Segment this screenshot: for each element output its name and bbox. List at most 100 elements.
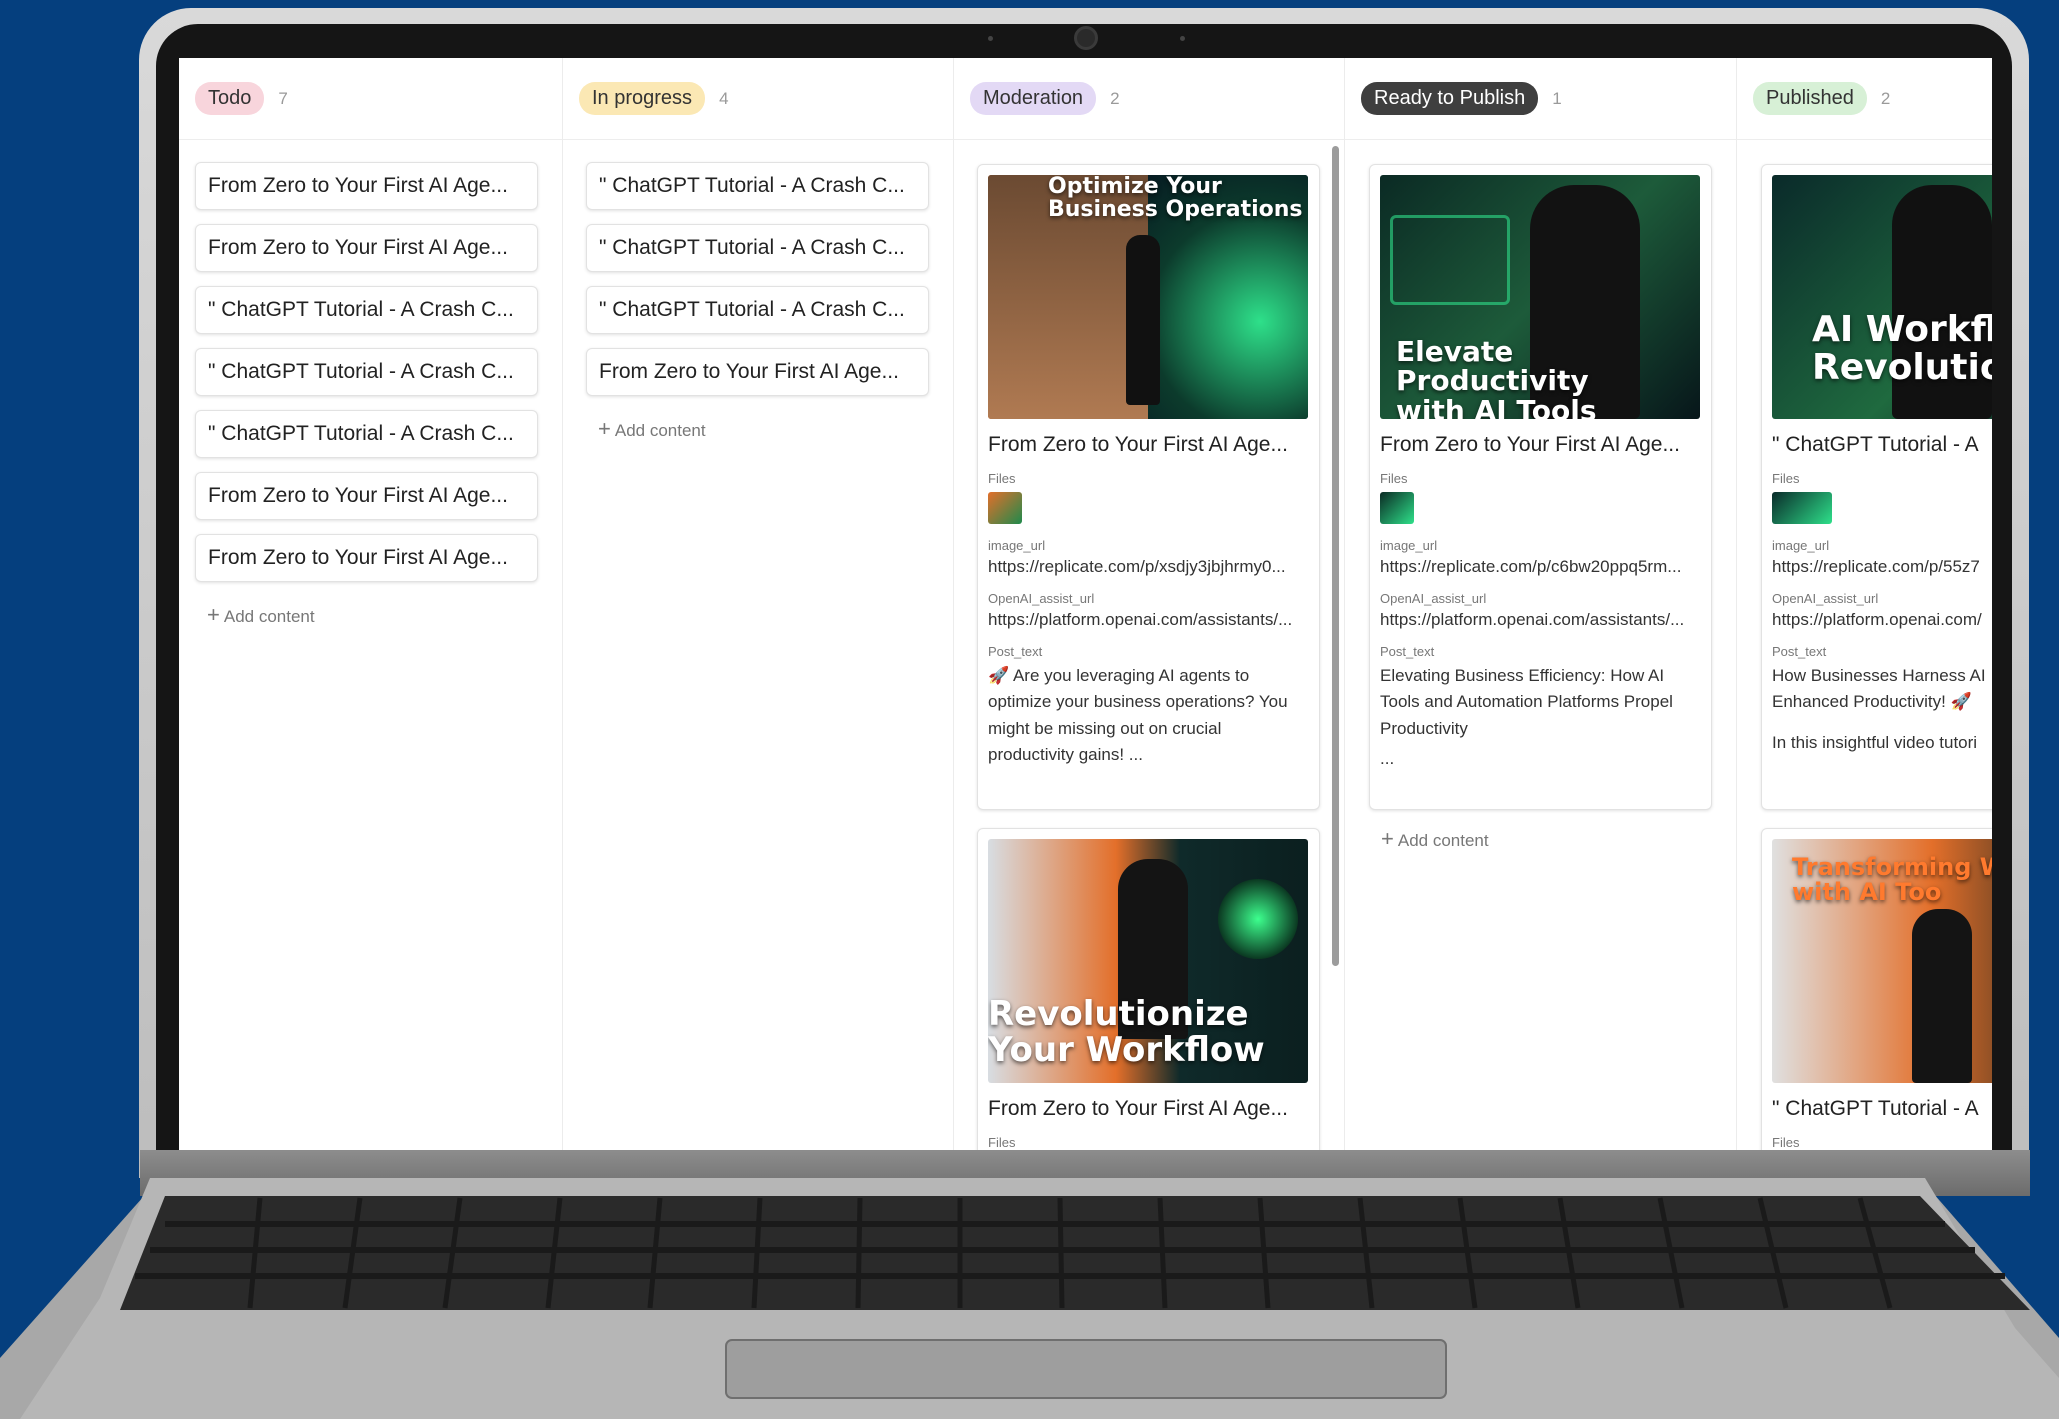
card-title: From Zero to Your First AI Age... — [208, 236, 508, 259]
status-tag-published[interactable]: Published — [1753, 82, 1867, 115]
file-attachment[interactable] — [1772, 492, 1832, 524]
column-moderation: Moderation 2 Optimize Your Business Oper… — [954, 58, 1345, 1150]
files-label: Files — [988, 1135, 1016, 1150]
card-title: " ChatGPT Tutorial - A Crash C... — [599, 298, 905, 321]
card-title: " ChatGPT Tutorial - A Crash C... — [599, 236, 905, 259]
file-attachment[interactable] — [988, 492, 1022, 524]
card-title: " ChatGPT Tutorial - A Crash C... — [208, 360, 514, 383]
card-title: From Zero to Your First AI Age... — [1380, 433, 1680, 456]
sensor-dot — [1180, 36, 1185, 41]
cover-caption: Revolutionize Your Workflow — [988, 994, 1265, 1070]
webcam-icon — [1074, 26, 1098, 50]
post-text-label: Post_text — [1772, 644, 1827, 659]
post-text-more: ... — [1380, 749, 1395, 769]
card[interactable]: From Zero to Your First AI Age... — [195, 224, 538, 272]
add-content-label: Add content — [223, 607, 315, 626]
file-attachment[interactable] — [1380, 492, 1414, 524]
openai-url-label: OpenAI_assist_url — [988, 591, 1095, 606]
add-content-button[interactable]: + Add content — [207, 602, 315, 628]
card-title: From Zero to Your First AI Age... — [208, 546, 508, 569]
openai-url-value[interactable]: https://platform.openai.com/ — [1772, 610, 1992, 630]
card-title: From Zero to Your First AI Age... — [208, 174, 508, 197]
sensor-dot — [988, 36, 993, 41]
card[interactable]: Revolutionize Your Workflow From Zero to… — [977, 828, 1320, 1150]
openai-url-label: OpenAI_assist_url — [1772, 591, 1879, 606]
files-label: Files — [1772, 471, 1800, 486]
column-scrollbar[interactable] — [1332, 146, 1339, 966]
add-content-label: Add content — [614, 421, 706, 440]
post-text-value: Elevating Business Efficiency: How AI To… — [1380, 666, 1673, 738]
add-content-button[interactable]: + Add content — [1381, 826, 1489, 852]
openai-url-value[interactable]: https://platform.openai.com/assistants/.… — [988, 610, 1309, 630]
card-cover-image: Transforming W with AI Too — [1772, 839, 1992, 1083]
column-count: 2 — [1880, 88, 1891, 108]
card-title: " ChatGPT Tutorial - A — [1772, 1097, 1979, 1120]
card[interactable]: " ChatGPT Tutorial - A Crash C... — [195, 286, 538, 334]
post-text-value: 🚀 Are you leveraging AI agents to optimi… — [988, 666, 1288, 765]
card[interactable]: From Zero to Your First AI Age... — [195, 534, 538, 582]
image-url-value[interactable]: https://replicate.com/p/c6bw20ppq5rm... — [1380, 557, 1701, 577]
image-url-value[interactable]: https://replicate.com/p/55z7 — [1772, 557, 1992, 577]
openai-url-label: OpenAI_assist_url — [1380, 591, 1487, 606]
column-todo: Todo 7 From Zero to Your First AI Age...… — [179, 58, 563, 1150]
column-header: Published 2 — [1737, 58, 1992, 140]
card[interactable]: From Zero to Your First AI Age... — [195, 472, 538, 520]
card[interactable]: " ChatGPT Tutorial - A Crash C... — [195, 348, 538, 396]
card[interactable]: " ChatGPT Tutorial - A Crash C... — [586, 224, 929, 272]
person-silhouette — [1126, 235, 1160, 405]
card[interactable]: Elevate Productivity with AI Tools From … — [1369, 164, 1712, 810]
card[interactable]: From Zero to Your First AI Age... — [195, 162, 538, 210]
column-count: 7 — [278, 88, 288, 108]
card-cover-image: Revolutionize Your Workflow — [988, 839, 1308, 1083]
status-tag-todo[interactable]: Todo — [195, 82, 265, 115]
card[interactable]: " ChatGPT Tutorial - A Crash C... — [586, 162, 929, 210]
card-cover-image: Elevate Productivity with AI Tools — [1380, 175, 1700, 419]
column-published: Published 2 AI Workflow Revolution " Cha… — [1737, 58, 1992, 1150]
openai-url-value[interactable]: https://platform.openai.com/assistants/.… — [1380, 610, 1701, 630]
cover-caption: AI Workflow Revolution — [1812, 309, 1992, 388]
column-header: Moderation 2 — [954, 58, 1344, 140]
card[interactable]: Transforming W with AI Too " ChatGPT Tut… — [1761, 828, 1992, 1150]
image-url-label: image_url — [988, 538, 1046, 553]
column-count: 2 — [1110, 88, 1120, 108]
plus-icon: + — [1381, 826, 1394, 851]
cover-caption: Optimize Your Business Operations — [1048, 175, 1303, 223]
image-url-label: image_url — [1380, 538, 1438, 553]
add-content-button[interactable]: + Add content — [598, 416, 706, 442]
card-title: " ChatGPT Tutorial - A — [1772, 433, 1979, 456]
card[interactable]: " ChatGPT Tutorial - A Crash C... — [195, 410, 538, 458]
add-content-label: Add content — [1397, 831, 1489, 850]
card-title: From Zero to Your First AI Age... — [208, 484, 508, 507]
card-title: From Zero to Your First AI Age... — [988, 1097, 1288, 1120]
card[interactable]: AI Workflow Revolution " ChatGPT Tutoria… — [1761, 164, 1992, 810]
post-text-label: Post_text — [988, 644, 1043, 659]
circuit-scene — [1218, 879, 1298, 959]
image-url-value[interactable]: https://replicate.com/p/xsdjy3jbjhrmy0..… — [988, 557, 1309, 577]
post-text-label: Post_text — [1380, 644, 1435, 659]
card[interactable]: Optimize Your Business Operations From Z… — [977, 164, 1320, 810]
post-text-value: How Businesses Harness AI Enhanced Produ… — [1772, 666, 1986, 712]
kanban-board: Todo 7 From Zero to Your First AI Age...… — [179, 58, 1992, 1150]
circuit-scene — [1390, 215, 1510, 305]
card-title: " ChatGPT Tutorial - A Crash C... — [208, 298, 514, 321]
cover-caption: Transforming W with AI Too — [1792, 853, 1992, 907]
status-tag-in-progress[interactable]: In progress — [579, 82, 706, 115]
card-cover-image: Optimize Your Business Operations — [988, 175, 1308, 419]
plus-icon: + — [207, 602, 220, 627]
laptop-base — [0, 1178, 2059, 1419]
column-header: In progress 4 — [563, 58, 953, 140]
image-url-label: image_url — [1772, 538, 1830, 553]
card-title: " ChatGPT Tutorial - A Crash C... — [208, 422, 514, 445]
card[interactable]: " ChatGPT Tutorial - A Crash C... — [586, 286, 929, 334]
card-title: From Zero to Your First AI Age... — [988, 433, 1288, 456]
status-tag-ready-to-publish[interactable]: Ready to Publish — [1361, 82, 1539, 115]
column-header: Todo 7 — [179, 58, 562, 140]
column-header: Ready to Publish 1 — [1345, 58, 1736, 140]
column-in-progress: In progress 4 " ChatGPT Tutorial - A Cra… — [563, 58, 954, 1150]
files-label: Files — [1772, 1135, 1800, 1150]
cover-caption: Elevate Productivity with AI Tools — [1396, 335, 1597, 419]
column-count: 1 — [1552, 88, 1562, 108]
card-title: " ChatGPT Tutorial - A Crash C... — [599, 174, 905, 197]
status-tag-moderation[interactable]: Moderation — [970, 82, 1097, 115]
card[interactable]: From Zero to Your First AI Age... — [586, 348, 929, 396]
